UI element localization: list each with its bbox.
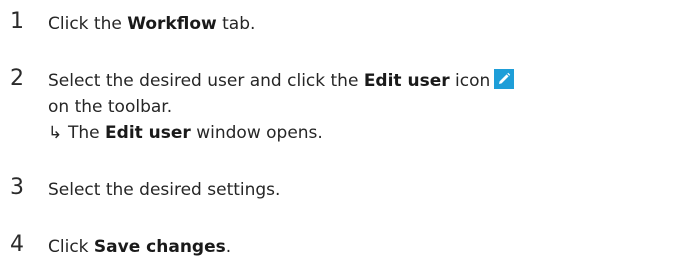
edit-user-window-label: Edit user: [105, 123, 191, 143]
pencil-edit-icon: [494, 69, 515, 89]
step-text-prefix: Click the: [48, 14, 128, 34]
result-prefix: The: [68, 123, 106, 143]
step-text-suffix: icon: [449, 71, 491, 91]
workflow-tab-label: Workflow: [127, 14, 217, 34]
result-arrow-icon: ↳: [48, 123, 63, 143]
step-number: 2: [10, 66, 24, 91]
save-changes-label: Save changes: [93, 237, 226, 257]
step-text: Click the Workflow tab.: [48, 11, 667, 37]
instruction-steps: 1 Click the Workflow tab. 2 Select the d…: [0, 0, 673, 268]
edit-user-label: Edit user: [363, 71, 450, 91]
step-text-suffix: .: [225, 237, 232, 257]
step-number: 4: [10, 232, 24, 257]
step-text-content: Select the desired settings.: [48, 180, 281, 200]
step-text: Select the desired user and click the Ed…: [48, 68, 667, 146]
step-number: 1: [10, 9, 24, 34]
step-text: Select the desired settings.: [48, 177, 667, 203]
step-result: ↳ The Edit user window opens.: [48, 120, 667, 146]
step-text-line2: on the toolbar.: [48, 97, 173, 117]
step-text: Click Save changes.: [48, 234, 667, 260]
step-text-prefix: Click: [48, 237, 94, 257]
result-suffix: window opens.: [190, 123, 323, 143]
step-number: 3: [10, 175, 24, 200]
step-text-suffix: tab.: [216, 14, 256, 34]
step-text-prefix: Select the desired user and click the: [48, 71, 364, 91]
